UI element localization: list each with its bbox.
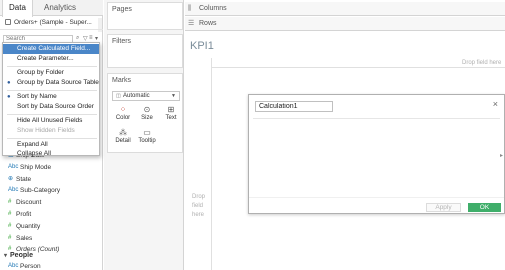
menu-item-create-calculated-field[interactable]: Create Calculated Field... — [3, 44, 99, 54]
field-sub-category[interactable]: Abc Sub-Category — [0, 185, 103, 197]
drop-zone-columns[interactable]: Drop field here — [462, 60, 501, 66]
chevron-down-icon: ▼ — [171, 93, 176, 99]
calculation-dialog: × ▸ Apply OK — [248, 94, 505, 214]
ok-button[interactable]: OK — [468, 203, 501, 212]
measure-icon: # — [8, 199, 12, 206]
menu-separator — [7, 138, 97, 139]
calculation-name-input[interactable] — [255, 101, 333, 112]
abc-icon: Abc — [8, 163, 19, 170]
datasource-label: Orders+ (Sample - Super... — [14, 19, 92, 26]
dialog-divider — [249, 197, 504, 198]
expand-panel-arrow-icon[interactable]: ▸ — [500, 152, 503, 159]
abc-icon: Abc — [8, 187, 19, 194]
pane-tabs: Data Analytics — [0, 0, 103, 17]
menu-item-create-parameter[interactable]: Create Parameter... — [3, 54, 99, 64]
check-bullet-icon: ● — [7, 94, 11, 100]
menu-item-show-hidden-fields: Show Hidden Fields — [17, 127, 75, 134]
list-view-icon[interactable]: ≡ — [89, 35, 93, 41]
people-folder-header[interactable]: ▾ People — [0, 250, 103, 261]
menu-separator — [7, 90, 97, 91]
menu-separator — [7, 66, 97, 67]
row-divider — [211, 58, 212, 270]
menu-item-sort-by-data-source-order[interactable]: Sort by Data Source Order — [3, 102, 99, 112]
search-icon[interactable]: ⌕ — [76, 35, 79, 42]
size-button[interactable]: ⊙ Size — [136, 105, 158, 125]
collapse-caret-icon: ▾ — [4, 253, 8, 259]
cards-column: Pages Filters Marks ◫ Automatic ▼ ⁘ Color… — [104, 0, 184, 270]
check-bullet-icon: ● — [7, 80, 11, 86]
field-profit[interactable]: # Profit — [0, 209, 103, 221]
menu-item-group-by-folder[interactable]: Group by Folder — [3, 68, 99, 78]
dropdown-arrow-icon[interactable]: ▾ — [95, 35, 98, 42]
apply-button[interactable]: Apply — [426, 203, 461, 212]
field-ship-mode[interactable]: Abc Ship Mode — [0, 162, 103, 174]
rows-shelf[interactable]: ☰ Rows — [185, 17, 505, 31]
header-divider — [211, 67, 505, 68]
measure-icon: # — [8, 210, 12, 217]
detail-button[interactable]: ⁂ Detail — [112, 128, 134, 148]
pages-title: Pages — [112, 6, 132, 13]
mark-type-dropdown[interactable]: ◫ Automatic ▼ — [112, 91, 180, 101]
field-list: ▦Ship Date AbcShip Mode ⊕State AbcSub-Ca… — [0, 150, 103, 256]
sheet-title: KPI1 — [190, 40, 214, 52]
menu-item-hide-all-unused-fields[interactable]: Hide All Unused Fields — [3, 116, 99, 126]
tooltip-icon: ▭ — [143, 128, 151, 137]
menu-item-collapse-all[interactable]: Collapse All — [3, 149, 99, 159]
context-menu: Create Calculated Field... Create Parame… — [2, 42, 100, 159]
filters-card[interactable]: Filters — [107, 34, 183, 68]
rows-icon: ☰ — [188, 20, 195, 27]
filter-icon[interactable]: ▽ — [83, 35, 88, 42]
field-sales[interactable]: # Sales — [0, 233, 103, 245]
menu-item-group-by-data-source-table[interactable]: ● Group by Data Source Table — [3, 78, 99, 88]
abc-icon: Abc — [8, 263, 19, 269]
detail-icon: ⁂ — [119, 128, 127, 137]
filters-title: Filters — [112, 38, 132, 45]
size-icon: ⊙ — [143, 105, 151, 114]
measure-icon: # — [8, 234, 12, 241]
mark-type-icon: ◫ — [116, 93, 121, 99]
tab-analytics[interactable]: Analytics — [38, 0, 82, 16]
field-discount[interactable]: # Discount — [0, 197, 103, 209]
color-button[interactable]: ⁘ Color — [112, 105, 134, 125]
field-state[interactable]: ⊕ State — [0, 174, 103, 186]
columns-icon: ⫼ — [188, 5, 192, 12]
database-icon — [5, 19, 11, 25]
globe-icon: ⊕ — [8, 175, 14, 182]
measure-icon: # — [8, 222, 12, 229]
marks-title: Marks — [112, 77, 132, 84]
text-button[interactable]: ⊞ Text — [160, 105, 182, 125]
person-field-list: Abc Person — [0, 261, 103, 270]
color-icon: ⁘ — [119, 105, 127, 114]
field-quantity[interactable]: # Quantity — [0, 221, 103, 233]
tooltip-button[interactable]: ▭ Tooltip — [136, 128, 158, 148]
tab-data[interactable]: Data — [2, 0, 33, 17]
columns-shelf[interactable]: ⫼ Columns — [185, 2, 505, 16]
formula-editor[interactable] — [253, 118, 500, 188]
pages-card[interactable]: Pages — [107, 2, 183, 30]
marks-card: Marks ◫ Automatic ▼ ⁘ Color ⊙ Size ⊞ Text ⁂… — [107, 73, 183, 153]
menu-separator — [7, 114, 97, 115]
datasource-item[interactable]: Orders+ (Sample - Super... — [0, 16, 103, 30]
menu-item-sort-by-name[interactable]: ● Sort by Name — [3, 92, 99, 102]
drop-zone-rows[interactable]: Drop field here — [192, 193, 212, 220]
close-icon[interactable]: × — [493, 99, 498, 109]
field-person[interactable]: Abc Person — [0, 261, 103, 270]
text-icon: ⊞ — [167, 105, 175, 114]
